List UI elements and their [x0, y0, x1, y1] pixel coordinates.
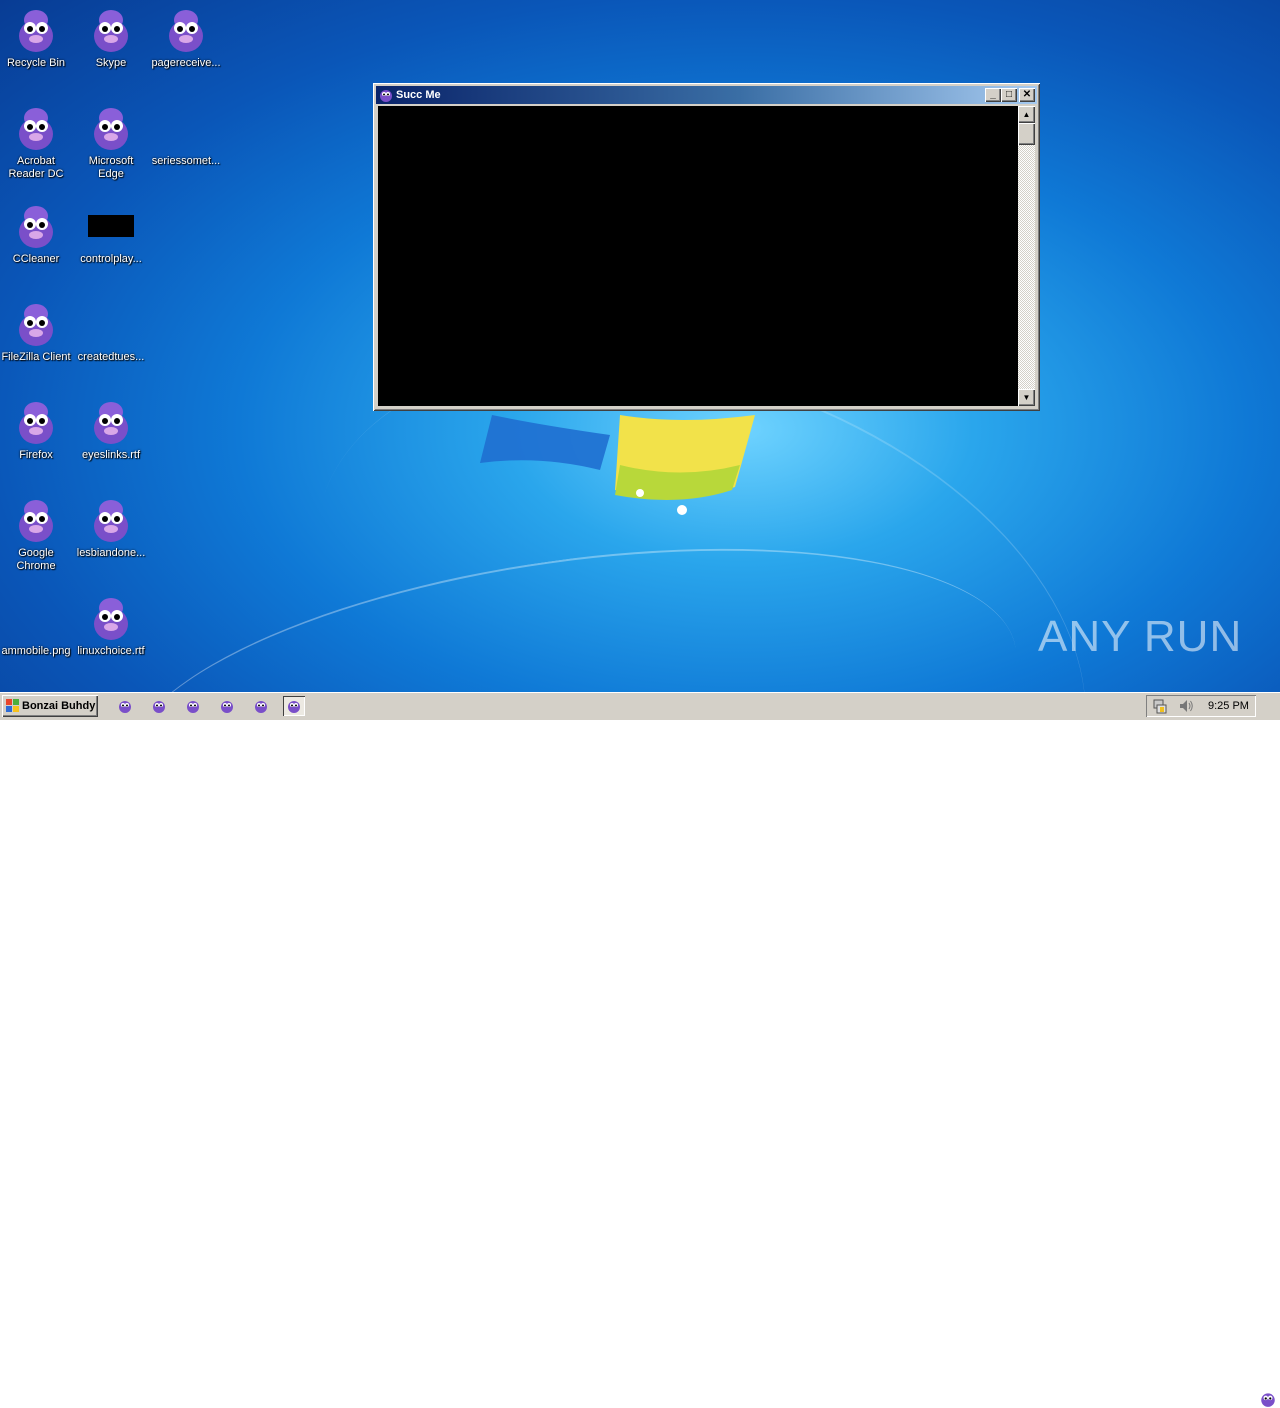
desktop-icon[interactable]: lesbiandone... — [74, 496, 148, 560]
scroll-down-button[interactable]: ▼ — [1018, 389, 1035, 406]
quick-launch-bonzi-icon[interactable] — [114, 696, 136, 716]
desktop-icon-label: Firefox — [19, 449, 53, 461]
taskbar: Bonzai Buhdy 9:25 PM — [0, 692, 1280, 1407]
bonzi-icon — [19, 108, 53, 150]
window-titlebar[interactable]: Succ Me _ □ ✕ — [376, 86, 1037, 104]
windows-logo — [480, 415, 755, 515]
blank-file-icon — [87, 300, 135, 348]
desktop-icon-label: Acrobat Reader DC — [8, 155, 64, 180]
desktop-icon-label: Recycle Bin — [6, 57, 66, 69]
start-label: Bonzai Buhdy — [22, 700, 96, 712]
blank-file-icon — [12, 594, 60, 642]
bonzi-icon — [153, 701, 165, 713]
desktop-icon-label: pagereceive... — [151, 57, 221, 69]
succ-me-window[interactable]: Succ Me _ □ ✕ ▲ ▼ — [373, 83, 1040, 411]
desktop-icon-label: linuxchoice.rtf — [77, 645, 145, 657]
desktop-icon[interactable]: Firefox — [0, 398, 73, 462]
anyrun-watermark: ANY RUN — [1038, 612, 1243, 661]
quick-launch-bonzi-icon[interactable] — [182, 696, 204, 716]
scroll-thumb[interactable] — [1018, 123, 1035, 145]
bonzi-icon — [19, 206, 53, 248]
desktop-icon-label: Skype — [95, 57, 127, 69]
quick-launch-bonzi-icon[interactable] — [216, 696, 238, 716]
desktop-icon-label: ammobile.png — [1, 645, 71, 657]
desktop-icon[interactable]: controlplay... — [74, 202, 148, 266]
desktop-icon[interactable]: Google Chrome — [0, 496, 73, 573]
bonzi-icon — [19, 304, 53, 346]
desktop-icon-label: eyeslinks.rtf — [81, 449, 141, 461]
desktop-icon[interactable]: eyeslinks.rtf — [74, 398, 148, 462]
blank-file-icon — [162, 104, 210, 152]
start-button[interactable]: Bonzai Buhdy — [2, 695, 98, 717]
desktop-icon-label: Google Chrome — [16, 547, 56, 572]
bonzi-icon — [19, 402, 53, 444]
desktop-icon[interactable]: Microsoft Edge — [74, 104, 148, 181]
window-title: Succ Me — [396, 89, 441, 101]
desktop-icon-label: lesbiandone... — [76, 547, 146, 559]
bonzi-icon — [169, 10, 203, 52]
bonzi-icon — [119, 701, 131, 713]
bonzi-icon — [255, 701, 267, 713]
desktop-icon[interactable]: seriessomet... — [149, 104, 223, 168]
desktop-icon-label: seriessomet... — [151, 155, 221, 167]
desktop-icon-label: controlplay... — [80, 253, 142, 265]
bonzi-icon — [94, 10, 128, 52]
bonzi-icon — [19, 500, 53, 542]
bonzi-icon — [221, 701, 233, 713]
bonzi-icon — [288, 701, 300, 713]
bonzi-icon — [94, 402, 128, 444]
desktop-icon[interactable]: ammobile.png — [0, 594, 73, 658]
desktop-icon[interactable]: linuxchoice.rtf — [74, 594, 148, 658]
desktop-icon-label: Microsoft Edge — [88, 155, 134, 180]
desktop-icon[interactable]: createdtues... — [74, 300, 148, 364]
minimize-button[interactable]: _ — [985, 88, 1001, 102]
close-button[interactable]: ✕ — [1019, 88, 1035, 102]
desktop-icon-label: FileZilla Client — [1, 351, 71, 363]
maximize-button[interactable]: □ — [1001, 88, 1017, 102]
desktop-icon-label: CCleaner — [12, 253, 60, 265]
quick-launch-bonzi-icon[interactable] — [250, 696, 272, 716]
desktop-icon-label: createdtues... — [77, 351, 145, 363]
scroll-up-button[interactable]: ▲ — [1018, 106, 1035, 123]
desktop-icon[interactable]: pagereceive... — [149, 6, 223, 70]
bonzi-icon — [380, 90, 392, 102]
clock[interactable]: 9:25 PM — [1208, 700, 1249, 712]
bonzi-icon — [187, 701, 199, 713]
desktop-icon[interactable]: CCleaner — [0, 202, 73, 266]
desktop-icon[interactable]: Recycle Bin — [0, 6, 73, 70]
quick-launch-bonzi-icon[interactable] — [148, 696, 170, 716]
network-icon[interactable] — [1152, 698, 1168, 714]
system-tray: 9:25 PM — [1146, 695, 1256, 717]
volume-icon[interactable] — [1178, 698, 1194, 714]
bonzi-tray-icon[interactable] — [1259, 1390, 1277, 1408]
bonzi-icon — [94, 500, 128, 542]
desktop-icon[interactable]: FileZilla Client — [0, 300, 73, 364]
desktop-icon[interactable]: Acrobat Reader DC — [0, 104, 73, 181]
vertical-scrollbar[interactable]: ▲ ▼ — [1018, 106, 1035, 406]
desktop-icon[interactable]: Skype — [74, 6, 148, 70]
quick-launch-bonzi-icon[interactable] — [283, 696, 305, 716]
bonzi-icon — [19, 10, 53, 52]
windows-flag-icon — [6, 699, 19, 712]
bonzi-icon — [94, 598, 128, 640]
desktop[interactable]: ANY RUN Recycle Bin Skype pagereceive... Ac… — [0, 0, 1280, 692]
file-thumbnail-icon — [87, 202, 135, 250]
window-content-area[interactable] — [378, 106, 1018, 406]
bonzi-icon — [94, 108, 128, 150]
